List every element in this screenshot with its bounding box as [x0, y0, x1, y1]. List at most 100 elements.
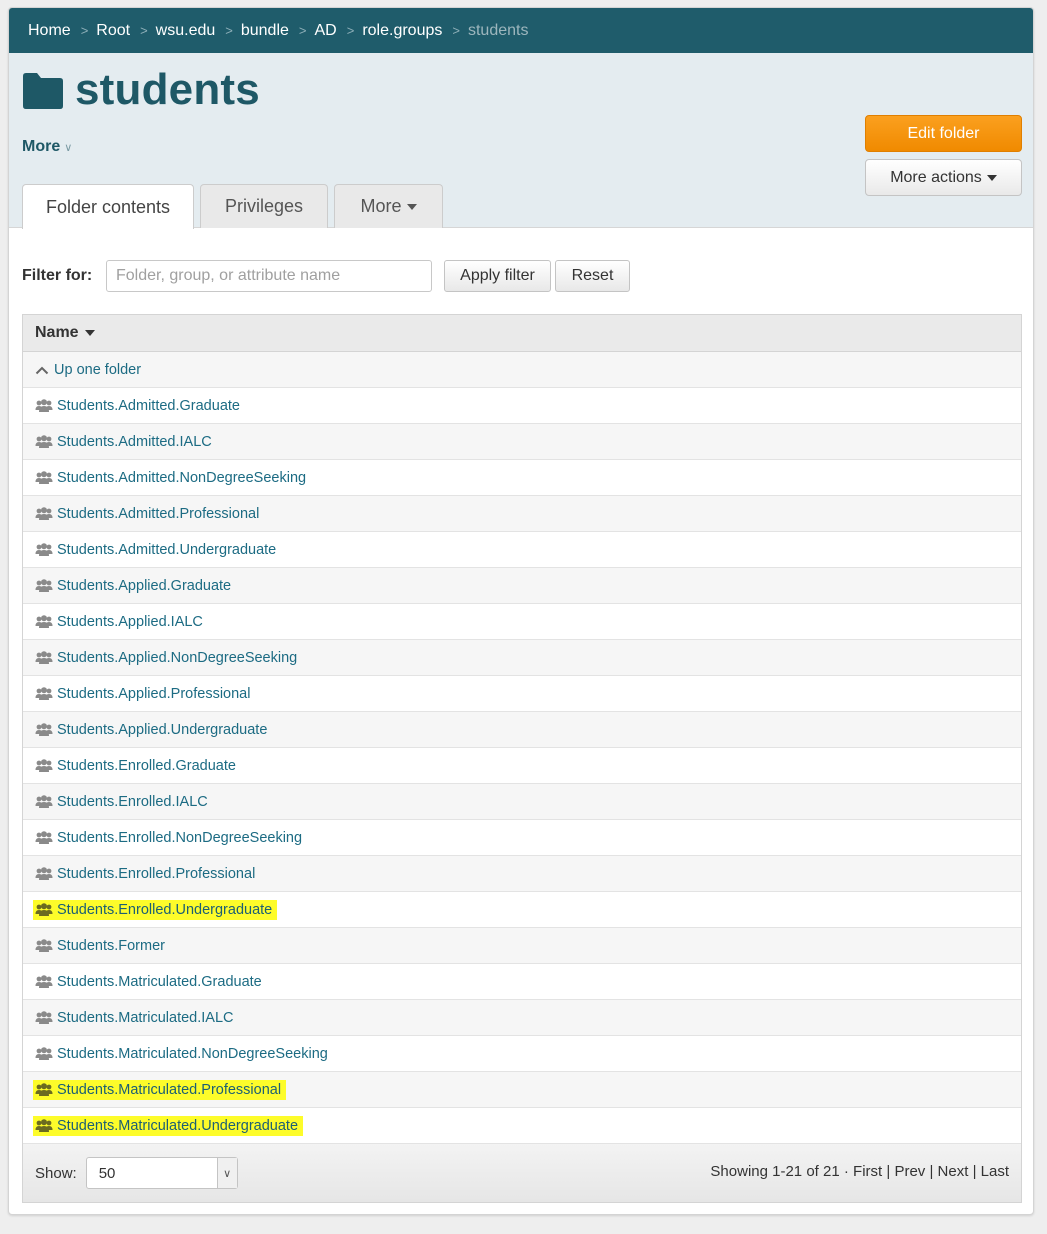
table-row: Students.Applied.IALC: [23, 604, 1021, 640]
tab-privileges[interactable]: Privileges: [200, 184, 328, 228]
group-link[interactable]: Students.Matriculated.NonDegreeSeeking: [33, 1044, 333, 1064]
group-link[interactable]: Students.Admitted.Undergraduate: [33, 540, 281, 560]
edit-folder-button[interactable]: Edit folder: [865, 115, 1022, 152]
group-name: Students.Enrolled.NonDegreeSeeking: [57, 829, 303, 846]
group-link[interactable]: Students.Admitted.NonDegreeSeeking: [33, 468, 311, 488]
table-row: Students.Former: [23, 928, 1021, 964]
group-link[interactable]: Students.Applied.IALC: [33, 612, 208, 632]
group-name: Students.Enrolled.IALC: [57, 793, 208, 810]
showing-count: Showing 1-21 of 21: [710, 1163, 840, 1180]
tab-folder-contents[interactable]: Folder contents: [22, 184, 194, 229]
group-icon: [35, 1046, 53, 1060]
group-name: Students.Admitted.Undergraduate: [57, 541, 277, 558]
group-name: Students.Admitted.IALC: [57, 433, 212, 450]
group-icon: [35, 686, 53, 700]
breadcrumb-home[interactable]: Home: [28, 22, 71, 40]
table-row: Students.Admitted.Undergraduate: [23, 532, 1021, 568]
breadcrumb-wsu-edu[interactable]: wsu.edu: [156, 22, 216, 40]
table-row: Students.Enrolled.NonDegreeSeeking: [23, 820, 1021, 856]
group-icon: [35, 578, 53, 592]
breadcrumb-root[interactable]: Root: [96, 22, 130, 40]
first-page-link[interactable]: First: [853, 1163, 882, 1180]
group-link[interactable]: Students.Enrolled.Graduate: [33, 756, 241, 776]
table-row: Students.Applied.Professional: [23, 676, 1021, 712]
group-link[interactable]: Students.Admitted.Professional: [33, 504, 264, 524]
breadcrumb-separator: >: [80, 23, 89, 38]
page-title: students: [75, 65, 260, 114]
group-link[interactable]: Students.Enrolled.IALC: [33, 792, 213, 812]
breadcrumb-separator: >: [452, 23, 460, 38]
group-name: Students.Matriculated.IALC: [57, 1009, 234, 1026]
table-row: Students.Admitted.NonDegreeSeeking: [23, 460, 1021, 496]
pagination-separator: |: [929, 1163, 934, 1180]
sort-caret-icon: [84, 330, 95, 336]
group-name: Students.Applied.NonDegreeSeeking: [57, 649, 298, 666]
table-row: Students.Admitted.IALC: [23, 424, 1021, 460]
group-icon: [35, 938, 53, 952]
group-name: Students.Matriculated.NonDegreeSeeking: [57, 1045, 328, 1062]
prev-page-link[interactable]: Prev: [894, 1163, 925, 1180]
group-link[interactable]: Students.Applied.Graduate: [33, 576, 236, 596]
filter-input[interactable]: [106, 260, 432, 292]
group-name: Students.Former: [57, 937, 165, 954]
group-icon: [35, 470, 53, 484]
more-actions-button[interactable]: More actions: [865, 159, 1022, 196]
group-name: Students.Admitted.Graduate: [57, 397, 240, 414]
group-name: Students.Matriculated.Professional: [57, 1081, 282, 1098]
apply-filter-button[interactable]: Apply filter: [444, 260, 551, 292]
table-row: Students.Applied.Graduate: [23, 568, 1021, 604]
table-header[interactable]: Name: [23, 315, 1021, 352]
group-link[interactable]: Students.Matriculated.Undergraduate: [33, 1115, 304, 1136]
group-icon: [35, 1082, 53, 1096]
group-link[interactable]: Students.Matriculated.IALC: [33, 1008, 239, 1028]
tab-more[interactable]: More: [334, 184, 443, 228]
group-icon: [35, 542, 53, 556]
group-icon: [35, 866, 53, 880]
group-link[interactable]: Students.Former: [33, 936, 170, 956]
group-name: Students.Matriculated.Undergraduate: [57, 1117, 299, 1134]
group-icon: [35, 830, 53, 844]
group-name: Students.Enrolled.Professional: [57, 865, 256, 882]
table-row: Students.Matriculated.Professional: [23, 1072, 1021, 1108]
last-page-link[interactable]: Last: [981, 1163, 1009, 1180]
chevron-down-icon: ∨: [64, 142, 73, 154]
group-icon: [35, 650, 53, 664]
group-link[interactable]: Students.Applied.Undergraduate: [33, 720, 272, 740]
reset-button[interactable]: Reset: [555, 260, 630, 292]
group-link[interactable]: Students.Applied.NonDegreeSeeking: [33, 648, 302, 668]
page-size-value: 50: [98, 1164, 116, 1182]
group-link[interactable]: Students.Admitted.Graduate: [33, 396, 245, 416]
table-row: Students.Matriculated.Graduate: [23, 964, 1021, 1000]
breadcrumb: Home > Root > wsu.edu > bundle > AD > ro…: [9, 8, 1033, 53]
tab-bar: Folder contents Privileges More: [22, 184, 449, 229]
breadcrumb-ad[interactable]: AD: [315, 22, 337, 40]
caret-down-icon: [406, 203, 417, 210]
group-name: Students.Applied.IALC: [57, 613, 203, 630]
group-link[interactable]: Students.Enrolled.Undergraduate: [33, 899, 278, 920]
group-icon: [35, 1118, 53, 1132]
group-link[interactable]: Students.Enrolled.Professional: [33, 864, 260, 884]
breadcrumb-separator: >: [140, 23, 148, 38]
group-icon: [35, 434, 53, 448]
more-menu[interactable]: More ∨: [22, 138, 72, 156]
group-link[interactable]: Students.Admitted.IALC: [33, 432, 217, 452]
table-row: Students.Admitted.Graduate: [23, 388, 1021, 424]
filter-bar: Filter for: Apply filter Reset: [22, 259, 634, 293]
up-one-folder-label: Up one folder: [54, 361, 142, 378]
up-one-folder-link[interactable]: Up one folder: [33, 360, 146, 380]
pagination-dot: ·: [843, 1163, 849, 1180]
group-link[interactable]: Students.Matriculated.Graduate: [33, 972, 267, 992]
page-size-select[interactable]: 50 ∨: [85, 1157, 238, 1189]
group-icon: [35, 398, 53, 412]
breadcrumb-bundle[interactable]: bundle: [241, 22, 289, 40]
group-link[interactable]: Students.Matriculated.Professional: [33, 1079, 287, 1100]
group-icon: [35, 506, 53, 520]
group-icon: [35, 974, 53, 988]
table-body: Up one folder Students.Admitted.Graduate…: [23, 352, 1021, 1144]
next-page-link[interactable]: Next: [938, 1163, 969, 1180]
chevron-up-icon: [35, 366, 49, 374]
group-link[interactable]: Students.Enrolled.NonDegreeSeeking: [33, 828, 307, 848]
breadcrumb-role-groups[interactable]: role.groups: [362, 22, 442, 40]
name-column-header[interactable]: Name: [35, 324, 79, 342]
group-link[interactable]: Students.Applied.Professional: [33, 684, 255, 704]
